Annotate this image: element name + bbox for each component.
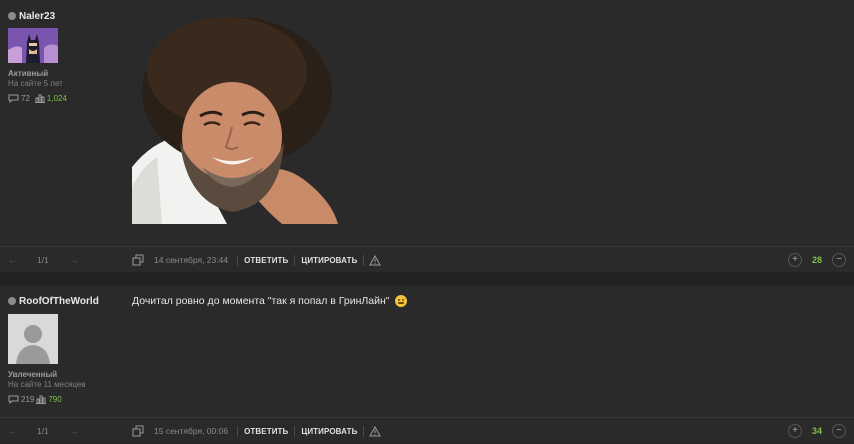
status-dot-icon [8, 12, 16, 20]
rating-value: 1,024 [46, 94, 67, 103]
comment-text: Дочитал ровно до момента "так я попал в … [132, 295, 390, 307]
reply-button[interactable]: ОТВЕТИТЬ [244, 427, 288, 436]
comments-count: 219 [21, 395, 35, 404]
comments-count: 72 [21, 94, 30, 103]
divider [237, 254, 239, 266]
rating-bars-icon [34, 94, 45, 103]
status-dot-icon [8, 297, 16, 305]
divider [294, 425, 296, 437]
member-since: На сайте 5 лет [8, 79, 63, 88]
comment-body: Дочитал ровно до момента "так я попал в … [132, 295, 407, 307]
username-link[interactable]: RoofOfTheWorld [19, 296, 99, 307]
page-indicator: 1/1 [37, 255, 49, 265]
page-indicator: 1/1 [37, 426, 49, 436]
arrow-right-icon[interactable]: → [69, 426, 79, 437]
arrow-right-icon[interactable]: → [69, 255, 79, 266]
member-since: На сайте 11 месяцев [8, 380, 86, 389]
arrow-left-icon[interactable]: ← [8, 255, 18, 266]
avatar[interactable] [8, 314, 58, 364]
warning-icon[interactable] [369, 254, 382, 266]
post-footer: ← 1/1 → 15 сентября, 00:06 ОТВЕТИТЬ ЦИТИ… [0, 417, 854, 444]
reply-button[interactable]: ОТВЕТИТЬ [244, 256, 288, 265]
minus-icon[interactable]: − [832, 424, 846, 438]
warning-icon[interactable] [369, 425, 382, 437]
comment-bubble-icon [8, 395, 19, 404]
copy-icon[interactable] [132, 254, 144, 266]
pager: ← 1/1 → [8, 426, 79, 437]
quote-button[interactable]: ЦИТИРОВАТЬ [301, 427, 357, 436]
quote-button[interactable]: ЦИТИРОВАТЬ [301, 256, 357, 265]
user-status: Активный [8, 69, 49, 78]
rating-bars-icon [36, 395, 47, 404]
author-block: Naler23 Активный На сайте 5 лет 72 1,024 [8, 9, 118, 103]
post-score: 28 [811, 255, 822, 265]
divider [237, 425, 239, 437]
post-footer: ← 1/1 → 14 сентября, 23:44 ОТВЕТИТЬ ЦИТИ… [0, 246, 854, 273]
username-link[interactable]: Naler23 [19, 11, 55, 22]
divider [363, 254, 365, 266]
post-image [132, 17, 340, 224]
plus-icon[interactable]: + [788, 253, 802, 267]
arrow-left-icon[interactable]: ← [8, 426, 18, 437]
minus-icon[interactable]: − [832, 253, 846, 267]
post-separator [0, 272, 854, 285]
comment-bubble-icon [8, 94, 19, 103]
author-block: RoofOfTheWorld Увлеченный На сайте 11 ме… [8, 294, 118, 404]
user-status: Увлеченный [8, 370, 58, 379]
comment-post: RoofOfTheWorld Увлеченный На сайте 11 ме… [0, 285, 854, 443]
comment-post: Naler23 Активный На сайте 5 лет 72 1,024… [0, 0, 854, 272]
plus-icon[interactable]: + [788, 424, 802, 438]
copy-icon[interactable] [132, 425, 144, 437]
divider [363, 425, 365, 437]
smile-emoji-icon [394, 295, 407, 307]
post-date: 15 сентября, 00:06 [154, 426, 229, 436]
pager: ← 1/1 → [8, 255, 79, 266]
post-date: 14 сентября, 23:44 [154, 255, 229, 265]
rating-value: 790 [48, 395, 62, 404]
divider [294, 254, 296, 266]
post-score: 34 [811, 426, 822, 436]
avatar[interactable] [8, 28, 58, 63]
